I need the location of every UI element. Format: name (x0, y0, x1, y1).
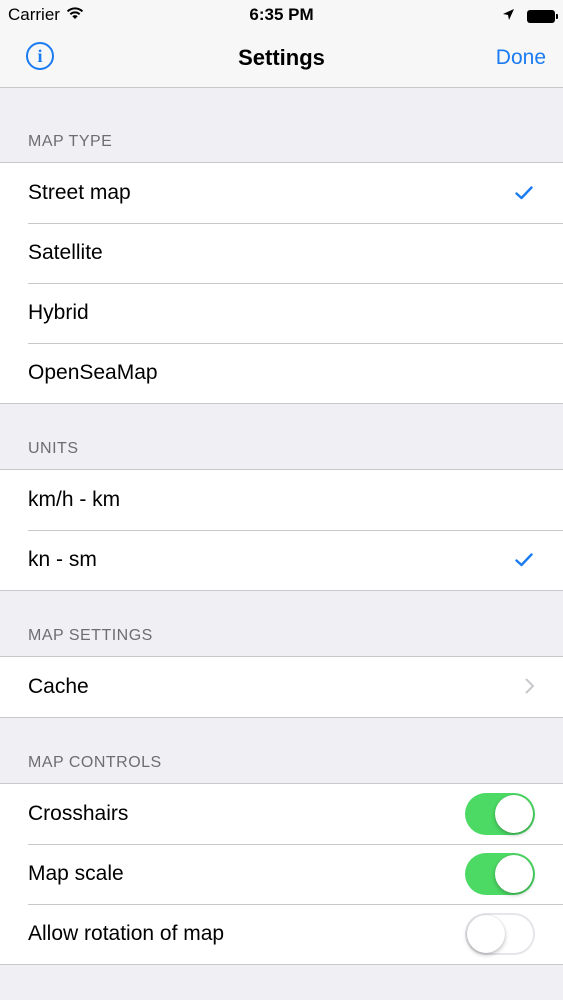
section-header-map-type: MAP TYPE (28, 133, 113, 150)
page-title: Settings (238, 45, 325, 70)
units-kn-sm[interactable]: kn - sm (0, 530, 563, 590)
row-label: Street map (28, 181, 131, 204)
row-label: OpenSeaMap (28, 361, 158, 384)
map-type-street-map[interactable]: Street map (0, 163, 563, 223)
chevron-right-icon (525, 674, 535, 700)
row-label: Satellite (28, 241, 103, 264)
map-type-openseamap[interactable]: OpenSeaMap (0, 343, 563, 403)
crosshairs-row: Crosshairs (0, 784, 563, 844)
settings-list: MAP TYPE Street map Satellite Hybrid Ope… (0, 88, 563, 965)
section-header-units: UNITS (28, 440, 79, 457)
row-label: Allow rotation of map (28, 922, 225, 945)
section-header-map-settings: MAP SETTINGS (28, 627, 153, 644)
map-type-hybrid[interactable]: Hybrid (0, 283, 563, 343)
units-group: km/h - km kn - sm (0, 469, 563, 591)
row-label: Map scale (28, 862, 124, 885)
crosshairs-toggle[interactable] (465, 793, 535, 835)
toggle-knob (467, 915, 505, 953)
allow-rotation-toggle[interactable] (465, 913, 535, 955)
section-header-map-controls: MAP CONTROLS (28, 754, 162, 771)
status-right (502, 6, 558, 26)
map-scale-toggle[interactable] (465, 853, 535, 895)
navigation-bar: i Settings Done (0, 30, 563, 88)
map-controls-group: Crosshairs Map scale Allow rotation of m… (0, 783, 563, 965)
row-label: Hybrid (28, 301, 89, 324)
row-label: kn - sm (28, 548, 97, 571)
row-label: Crosshairs (28, 802, 129, 825)
checkmark-icon (513, 549, 535, 571)
row-label: km/h - km (28, 488, 121, 511)
map-type-satellite[interactable]: Satellite (0, 223, 563, 283)
toggle-knob (495, 855, 533, 893)
map-scale-row: Map scale (0, 844, 563, 904)
done-button[interactable]: Done (496, 46, 546, 70)
location-arrow-icon (502, 6, 515, 26)
allow-rotation-row: Allow rotation of map (0, 904, 563, 964)
row-label: Cache (28, 675, 89, 698)
cache-row[interactable]: Cache (0, 657, 563, 717)
battery-icon (527, 9, 558, 23)
status-bar: Carrier 6:35 PM (0, 0, 563, 30)
toggle-knob (495, 795, 533, 833)
map-settings-group: Cache (0, 656, 563, 718)
units-kmh-km[interactable]: km/h - km (0, 470, 563, 530)
status-time: 6:35 PM (249, 5, 314, 24)
checkmark-icon (513, 182, 535, 204)
map-type-group: Street map Satellite Hybrid OpenSeaMap (0, 162, 563, 404)
